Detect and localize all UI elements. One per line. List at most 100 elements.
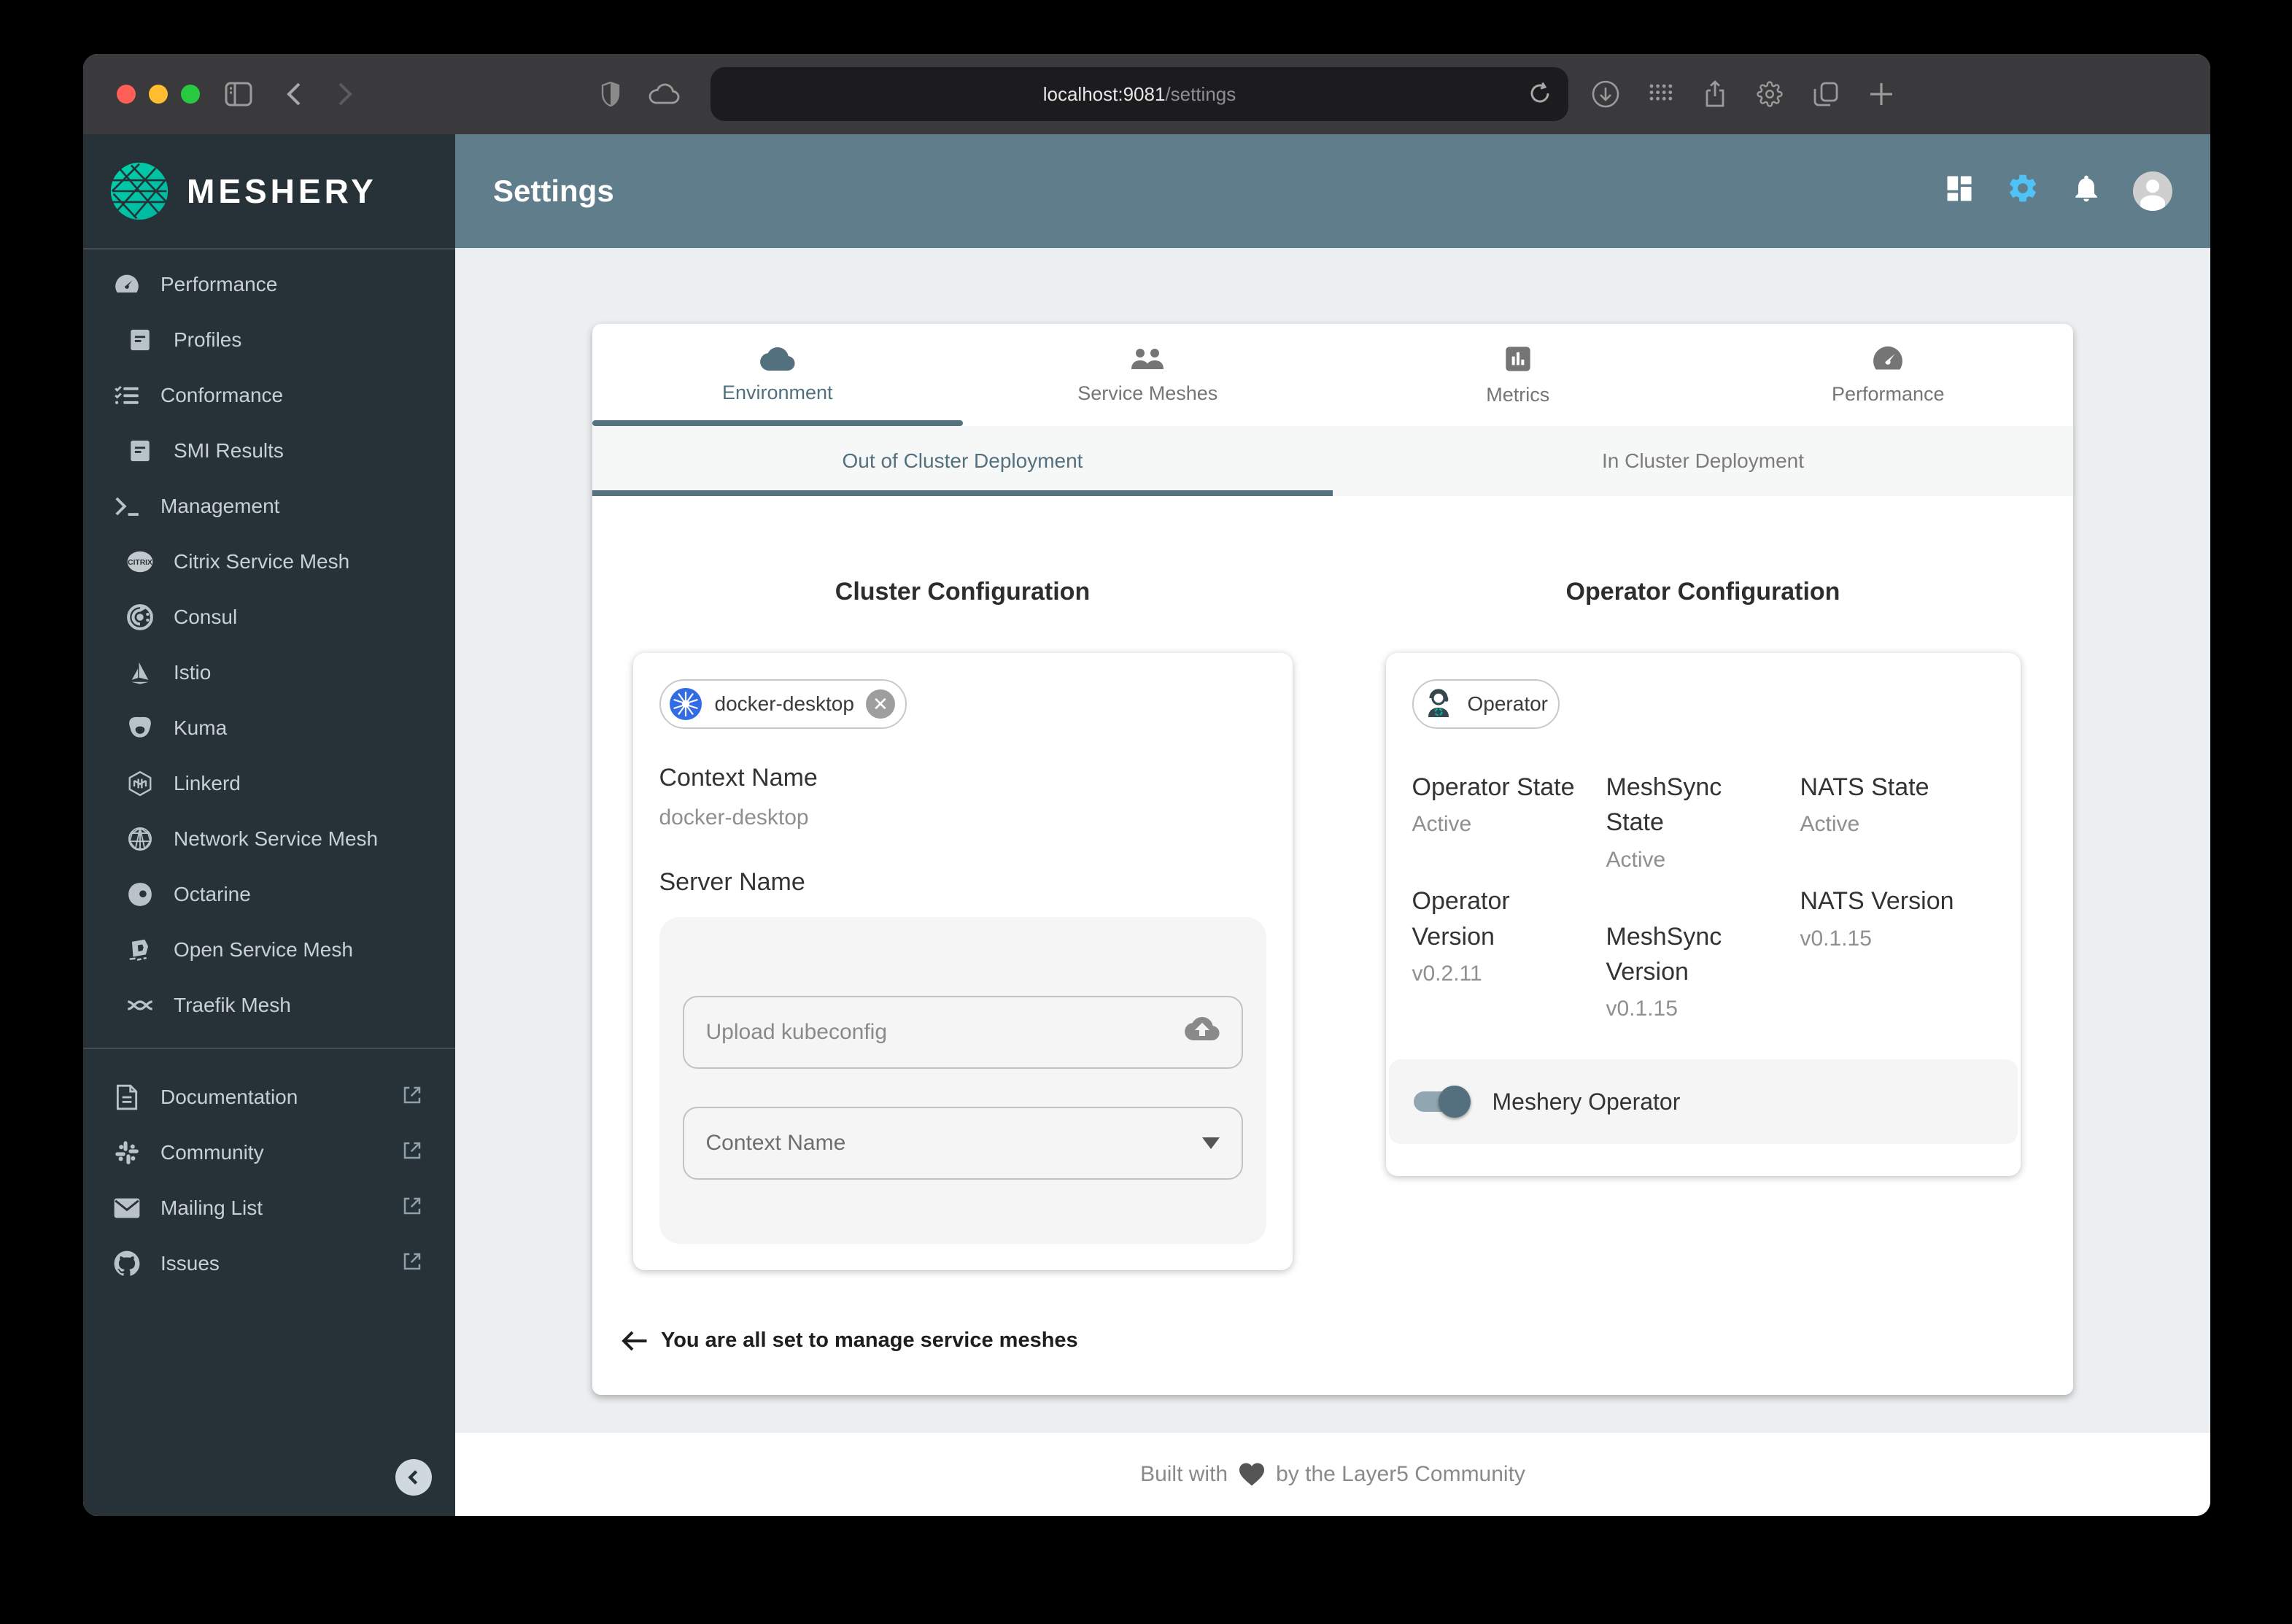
- sidebar-item-istio[interactable]: Istio: [83, 645, 455, 700]
- sidebar-item-profiles[interactable]: Profiles: [83, 312, 455, 368]
- address-bar[interactable]: localhost:9081/settings: [711, 67, 1568, 121]
- avatar[interactable]: [2133, 171, 2172, 211]
- linkerd-logo-icon: [125, 769, 155, 798]
- sidebar-link-documentation[interactable]: Documentation: [83, 1070, 455, 1125]
- sidebar-collapse-button[interactable]: [395, 1459, 432, 1496]
- sidebar-item-kuma[interactable]: Kuma: [83, 700, 455, 756]
- upload-icon[interactable]: [1184, 1017, 1220, 1048]
- downloads-icon[interactable]: [1592, 54, 1619, 134]
- subtab-indicator: [592, 490, 1333, 496]
- tab-label: Service Meshes: [1077, 382, 1218, 404]
- sidebar-links: Documentation Community Mailing List Iss…: [83, 1049, 455, 1291]
- sidebar: MESHERY Performance Profiles Conformance: [83, 134, 455, 1516]
- cloud-icon: [759, 347, 795, 371]
- sidebar-link-label: Community: [160, 1141, 264, 1164]
- cluster-chip[interactable]: docker-desktop ✕: [659, 679, 907, 729]
- sidebar-item-label: Consul: [174, 606, 238, 628]
- sidebar-item-performance[interactable]: Performance: [83, 257, 455, 312]
- sidebar-link-community[interactable]: Community: [83, 1125, 455, 1180]
- sidebar-item-osm[interactable]: Open Service Mesh: [83, 922, 455, 978]
- forward-button[interactable]: [337, 54, 353, 134]
- osm-logo-icon: [125, 935, 155, 964]
- sidebar-item-label: Open Service Mesh: [174, 938, 353, 961]
- tab-label: Environment: [721, 381, 833, 403]
- tab-metrics[interactable]: Metrics: [1333, 324, 1703, 426]
- meshsync-version-field: MeshSync Version v0.1.15: [1606, 922, 1722, 1021]
- notifications-bell-icon[interactable]: [2070, 172, 2102, 210]
- tab-label: Performance: [1831, 382, 1945, 405]
- sidebar-item-label: Conformance: [160, 384, 284, 406]
- tab-environment[interactable]: Environment: [592, 324, 963, 426]
- screenshot-stage: localhost:9081/settings MESHERY Performa…: [0, 0, 2292, 1624]
- sidebar-item-consul[interactable]: Consul: [83, 589, 455, 645]
- reload-icon[interactable]: [1529, 82, 1551, 105]
- dashboard-icon[interactable]: [1943, 172, 1975, 210]
- meshery-operator-label: Meshery Operator: [1492, 1088, 1681, 1115]
- share-icon[interactable]: [1704, 54, 1726, 134]
- context-name-select[interactable]: Context Name: [682, 1107, 1243, 1180]
- browser-toolbar: localhost:9081/settings: [83, 54, 2210, 134]
- sidebar-item-citrix[interactable]: CITRIX Citrix Service Mesh: [83, 534, 455, 589]
- sidebar-link-issues[interactable]: Issues: [83, 1236, 455, 1291]
- operator-chip[interactable]: Operator: [1412, 679, 1560, 729]
- meshery-logo: [110, 162, 169, 220]
- operator-icon: [1428, 689, 1449, 717]
- operator-status-grid: Operator State Active Operator Version v…: [1386, 770, 2021, 1021]
- checklist-icon: [112, 381, 142, 410]
- sidebar-item-nsm[interactable]: Network Service Mesh: [83, 811, 455, 867]
- external-link-icon: [401, 1084, 423, 1111]
- upload-kubeconfig-field[interactable]: Upload kubeconfig: [682, 996, 1243, 1069]
- sidebar-item-management[interactable]: Management: [83, 479, 455, 534]
- deployment-subtabs: Out of Cluster Deployment In Cluster Dep…: [592, 426, 2073, 496]
- minimize-window-button[interactable]: [149, 85, 168, 104]
- sidebar-item-linkerd[interactable]: Linkerd: [83, 756, 455, 811]
- sidebar-item-smi-results[interactable]: SMI Results: [83, 423, 455, 479]
- bar-chart-icon: [1506, 346, 1530, 371]
- github-icon: [112, 1249, 142, 1278]
- sidebar-item-label: SMI Results: [174, 439, 284, 462]
- settings-tabs: Environment Service Meshes Metrics Perfo…: [592, 324, 2073, 426]
- kuma-logo-icon: [125, 714, 155, 743]
- close-window-button[interactable]: [117, 85, 136, 104]
- icloud-icon[interactable]: [648, 54, 680, 134]
- tab-overview-icon[interactable]: [1813, 54, 1838, 134]
- extensions-grid-icon[interactable]: [1649, 54, 1673, 134]
- cluster-config-card: docker-desktop ✕ Context Name docker-des…: [632, 653, 1293, 1270]
- doc-icon: [112, 1083, 142, 1112]
- privacy-shield-icon[interactable]: [601, 54, 620, 134]
- context-name-value: docker-desktop: [659, 805, 809, 830]
- sidebar-item-conformance[interactable]: Conformance: [83, 368, 455, 423]
- back-button[interactable]: [286, 54, 302, 134]
- cluster-config-title: Cluster Configuration: [835, 578, 1091, 606]
- cluster-chip-label: docker-desktop: [714, 692, 854, 715]
- remove-cluster-icon[interactable]: ✕: [865, 689, 895, 719]
- sidebar-item-label: Management: [160, 495, 280, 517]
- meshery-operator-switch[interactable]: [1411, 1086, 1471, 1118]
- terminal-icon: [112, 492, 142, 521]
- operator-config-section: Operator Configuration Operator Operator…: [1333, 496, 2073, 1270]
- browser-settings-gear-icon[interactable]: [1757, 54, 1783, 134]
- content-area: Environment Service Meshes Metrics Perfo…: [455, 248, 2210, 1433]
- select-label: Context Name: [705, 1131, 846, 1155]
- new-tab-icon[interactable]: [1869, 54, 1894, 134]
- sidebar-item-label: Kuma: [174, 716, 228, 739]
- sidebar-item-octarine[interactable]: Octarine: [83, 867, 455, 922]
- settings-gear-icon[interactable]: [2006, 171, 2040, 211]
- tab-indicator: [592, 420, 963, 426]
- istio-logo-icon: [125, 658, 155, 687]
- external-link-icon: [401, 1250, 423, 1277]
- footer-prefix: Built with: [1140, 1462, 1228, 1486]
- sidebar-item-traefik[interactable]: Traefik Mesh: [83, 978, 455, 1033]
- subtab-in-cluster[interactable]: In Cluster Deployment: [1333, 426, 2073, 496]
- zoom-window-button[interactable]: [181, 85, 200, 104]
- sidebar-link-mailing-list[interactable]: Mailing List: [83, 1180, 455, 1236]
- kubernetes-icon: [669, 688, 702, 720]
- sidebar-item-label: Octarine: [174, 883, 251, 905]
- subtab-out-of-cluster[interactable]: Out of Cluster Deployment: [592, 426, 1333, 496]
- tab-service-meshes[interactable]: Service Meshes: [963, 324, 1333, 426]
- sidebar-toggle-icon[interactable]: [225, 54, 252, 134]
- tab-performance[interactable]: Performance: [1703, 324, 2074, 426]
- meshery-operator-toggle-panel: Meshery Operator: [1388, 1059, 2018, 1145]
- sidebar-link-label: Issues: [160, 1252, 220, 1275]
- sidebar-item-label: Profiles: [174, 328, 242, 351]
